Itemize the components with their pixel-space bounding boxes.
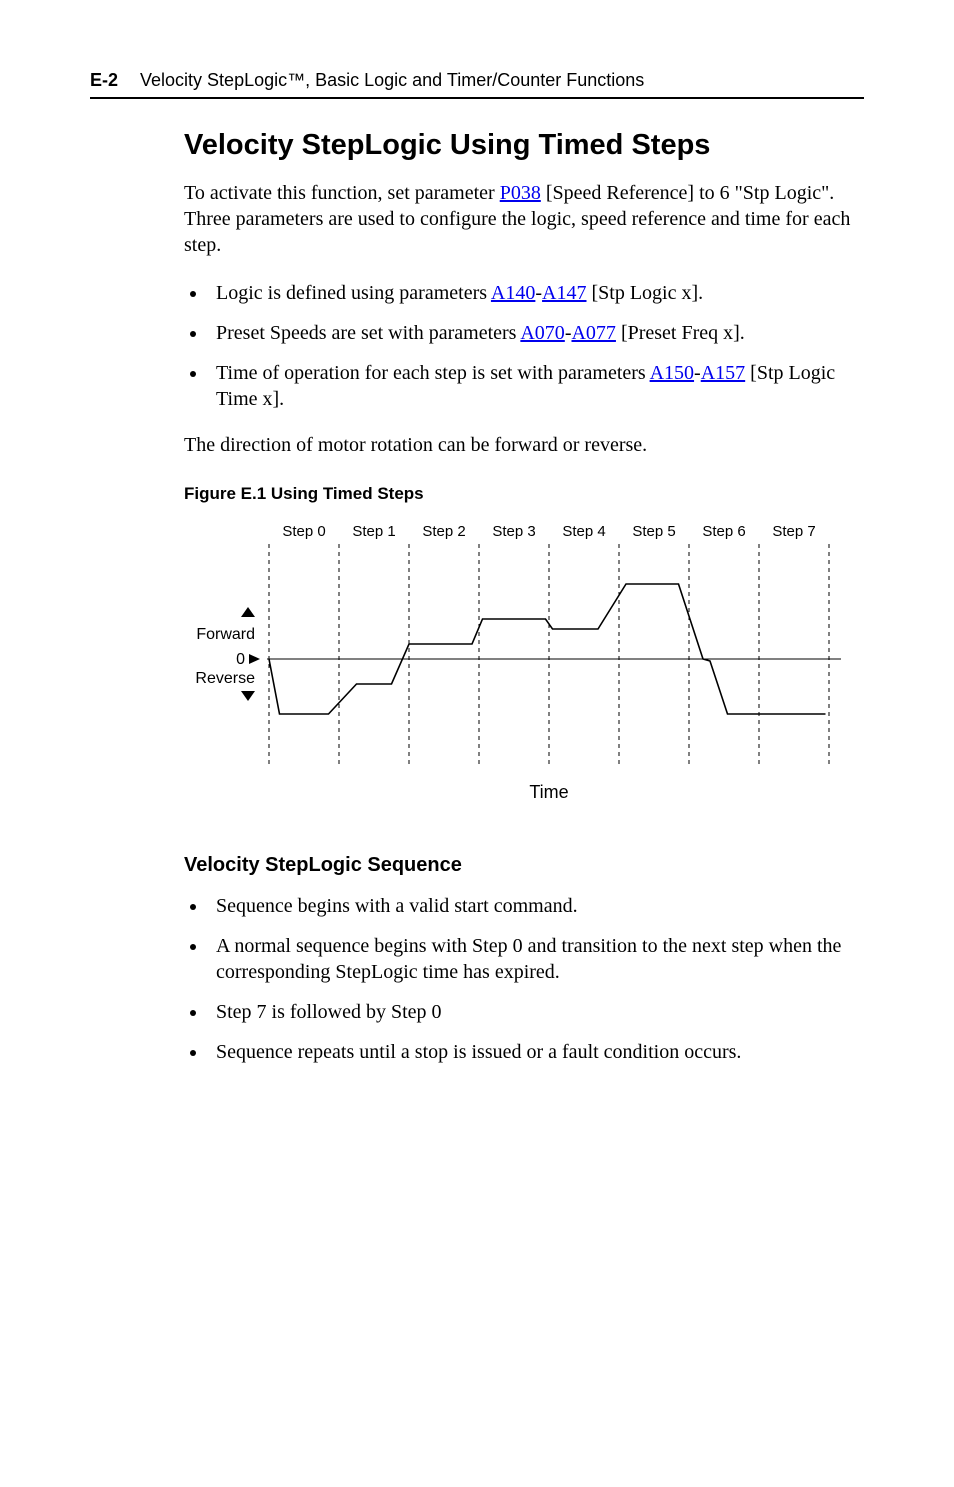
text: [Stp Logic x]. bbox=[587, 282, 704, 304]
intro-text-pre: To activate this function, set parameter bbox=[184, 182, 500, 204]
page: E-2 Velocity StepLogic™, Basic Logic and… bbox=[0, 0, 954, 1487]
link-p038[interactable]: P038 bbox=[500, 182, 541, 204]
svg-text:Step 0: Step 0 bbox=[282, 523, 325, 540]
sequence-heading: Velocity StepLogic Sequence bbox=[184, 854, 864, 877]
intro-paragraph: To activate this function, set parameter… bbox=[184, 180, 864, 258]
svg-text:Step 2: Step 2 bbox=[422, 523, 465, 540]
figure-caption: Figure E.1 Using Timed Steps bbox=[184, 484, 864, 504]
svg-text:Reverse: Reverse bbox=[195, 670, 255, 687]
direction-note: The direction of motor rotation can be f… bbox=[184, 432, 864, 458]
link-a157[interactable]: A157 bbox=[701, 362, 745, 384]
dash: - bbox=[694, 362, 701, 384]
svg-text:Step 7: Step 7 bbox=[772, 523, 815, 540]
section-title: Velocity StepLogic Using Timed Steps bbox=[184, 129, 864, 162]
sequence-bullets: Sequence begins with a valid start comma… bbox=[184, 893, 864, 1065]
text: Preset Speeds are set with parameters bbox=[216, 322, 520, 344]
svg-text:Step 5: Step 5 bbox=[632, 523, 675, 540]
timed-steps-chart: Step 0 Step 1 Step 2 Step 3 Step 4 Step 5 Step… bbox=[184, 514, 864, 814]
running-header: E-2 Velocity StepLogic™, Basic Logic and… bbox=[90, 70, 864, 91]
bullet-logic: Logic is defined using parameters A140-A… bbox=[208, 280, 864, 306]
svg-text:Forward: Forward bbox=[196, 626, 255, 643]
link-a150[interactable]: A150 bbox=[650, 362, 694, 384]
bullet-time: Time of operation for each step is set w… bbox=[208, 360, 864, 412]
chart-svg: Step 0 Step 1 Step 2 Step 3 Step 4 Step 5 Step… bbox=[184, 514, 864, 814]
seq-bullet-1: Sequence begins with a valid start comma… bbox=[208, 893, 864, 919]
svg-text:Step 6: Step 6 bbox=[702, 523, 745, 540]
text: Time of operation for each step is set w… bbox=[216, 362, 650, 384]
svg-text:Step 4: Step 4 bbox=[562, 523, 605, 540]
seq-bullet-3: Step 7 is followed by Step 0 bbox=[208, 999, 864, 1025]
svg-text:Time: Time bbox=[529, 782, 568, 802]
svg-text:0: 0 bbox=[236, 651, 245, 668]
link-a140[interactable]: A140 bbox=[491, 282, 535, 304]
text: Logic is defined using parameters bbox=[216, 282, 491, 304]
running-title: Velocity StepLogic™, Basic Logic and Tim… bbox=[140, 70, 644, 91]
seq-bullet-4: Sequence repeats until a stop is issued … bbox=[208, 1039, 864, 1065]
config-bullets: Logic is defined using parameters A140-A… bbox=[184, 280, 864, 412]
text: [Preset Freq x]. bbox=[616, 322, 745, 344]
header-divider bbox=[90, 97, 864, 99]
link-a147[interactable]: A147 bbox=[542, 282, 586, 304]
svg-text:Step 3: Step 3 bbox=[492, 523, 535, 540]
seq-bullet-2: A normal sequence begins with Step 0 and… bbox=[208, 933, 864, 985]
link-a077[interactable]: A077 bbox=[571, 322, 615, 344]
link-a070[interactable]: A070 bbox=[520, 322, 564, 344]
page-number: E-2 bbox=[90, 70, 118, 91]
main-content: Velocity StepLogic Using Timed Steps To … bbox=[184, 129, 864, 1065]
bullet-preset: Preset Speeds are set with parameters A0… bbox=[208, 320, 864, 346]
svg-text:Step 1: Step 1 bbox=[352, 523, 395, 540]
